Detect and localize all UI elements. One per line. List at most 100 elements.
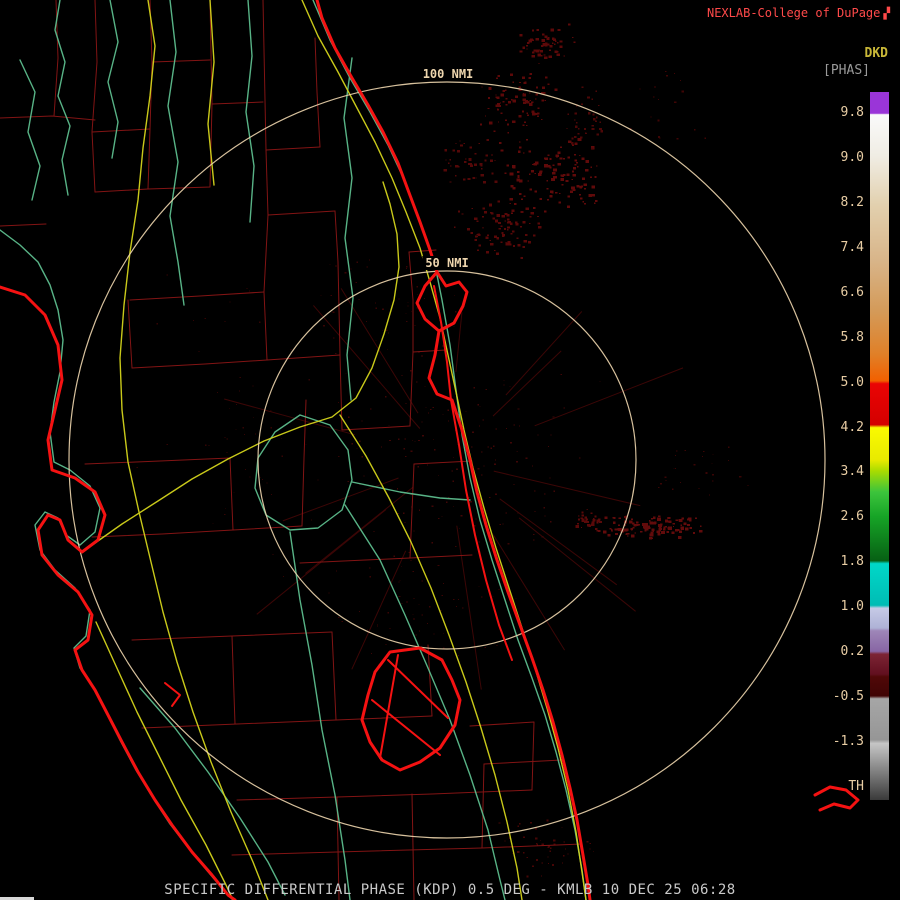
radar-echoes-segment [590, 166, 593, 168]
radar-echoes-segment [491, 154, 493, 156]
radar-echoes-segment [577, 127, 580, 130]
radar-echoes-segment [547, 83, 550, 86]
radar-echoes-segment [406, 320, 408, 323]
radar-echoes-segment [457, 166, 460, 168]
radar-echoes-segment [512, 187, 516, 190]
radar-echoes-segment [530, 212, 534, 215]
radar-echoes-segment [407, 302, 409, 304]
radar-echoes-segment [528, 92, 531, 94]
radar-echoes-segment [397, 438, 400, 440]
radar-echoes-segment [534, 161, 539, 165]
radar-echoes-segment [506, 123, 510, 126]
radar-echoes-segment [382, 329, 384, 331]
radar-echoes-segment [585, 132, 587, 134]
radar-echoes-segment [448, 420, 450, 422]
radar-echoes-segment [535, 837, 538, 840]
highways-segment [301, 0, 587, 900]
radar-echoes-segment [489, 239, 491, 241]
radar-echoes-segment [540, 119, 543, 121]
radar-echoes-segment [506, 164, 509, 167]
radar-echoes-segment [592, 118, 596, 121]
radar-echoes-segment [156, 323, 159, 325]
radar-echoes-segment [483, 181, 487, 184]
radar-echoes-segment [351, 443, 353, 445]
radar-echoes-segment [526, 856, 528, 859]
radar-echoes-segment [401, 603, 403, 604]
radar-echoes-segment [405, 312, 407, 314]
radar-echoes-segment [536, 29, 539, 32]
radar-echoes-segment [411, 440, 413, 442]
county-borders-segment [301, 399, 307, 527]
radar-radial-spokes-segment [224, 398, 356, 436]
radar-echoes-segment [524, 81, 527, 83]
radar-echoes-segment [486, 139, 489, 141]
radar-echoes-segment [675, 450, 678, 452]
radar-echoes-segment [329, 264, 331, 266]
radar-echoes-segment [548, 55, 552, 58]
radar-echoes-segment [410, 450, 413, 453]
county-borders-segment [129, 291, 265, 301]
radar-echoes-segment [574, 142, 578, 145]
radar-echoes-segment [538, 63, 540, 64]
radar-echoes-segment [581, 520, 585, 523]
radar-echoes-segment [370, 408, 372, 410]
warning-polygons-segment [0, 285, 237, 900]
radar-echoes-segment [356, 447, 358, 449]
radar-echoes-segment [431, 505, 434, 507]
color-scale-tick-label: 4.2 [840, 419, 864, 435]
radar-echoes-segment [401, 566, 402, 568]
color-scale-tick-label: 2.6 [840, 509, 864, 525]
radar-echoes-segment [495, 428, 497, 430]
radar-echoes-segment [529, 173, 531, 175]
radar-echoes-segment [519, 425, 521, 427]
radar-echoes-segment [427, 412, 430, 414]
radar-echoes-segment [528, 39, 533, 43]
radar-echoes-segment [501, 232, 504, 234]
radar-echoes-segment [482, 227, 484, 229]
radar-echoes-segment [495, 96, 498, 98]
radar-echoes-segment [421, 614, 424, 616]
radar-echoes-segment [684, 527, 689, 531]
radar-echoes-segment [589, 848, 591, 850]
county-borders-segment [413, 460, 473, 465]
color-scale-tick-label: 9.8 [840, 105, 864, 120]
warning-polygons-segment [379, 654, 399, 759]
county-borders-segment [337, 261, 341, 356]
radar-echoes-segment [494, 459, 496, 461]
radar-echoes-segment [549, 49, 552, 52]
radar-echoes-segment [502, 234, 505, 237]
radar-echoes-segment [442, 345, 444, 347]
county-borders-segment [147, 103, 213, 190]
radar-echoes-segment [614, 528, 618, 531]
radar-echoes-segment [523, 121, 526, 124]
radar-echoes-segment [419, 630, 421, 632]
radar-echoes-segment [575, 162, 578, 164]
radar-echoes-segment [644, 524, 647, 527]
radar-echoes-segment [693, 464, 696, 466]
radar-echoes-segment [531, 169, 535, 173]
radar-echoes-segment [429, 606, 431, 608]
radar-echoes-segment [480, 168, 483, 170]
radar-echoes-segment [618, 529, 621, 532]
radar-echoes-segment [500, 112, 503, 114]
radar-echoes-segment [453, 326, 455, 328]
radar-echoes-segment [224, 507, 226, 509]
radar-echoes-segment [689, 527, 693, 529]
radar-echoes-segment [667, 516, 671, 520]
radar-echoes-segment [560, 146, 562, 148]
radar-echoes-segment [552, 37, 555, 40]
radar-echoes-segment [529, 100, 531, 102]
radar-echoes-segment [511, 230, 515, 233]
radar-echoes-segment [673, 468, 675, 470]
radar-echoes-segment [457, 599, 459, 600]
radar-echoes-segment [581, 514, 584, 517]
radar-echoes-segment [458, 528, 460, 530]
radar-echoes-segment [596, 521, 599, 524]
radar-echoes-segment [262, 479, 264, 480]
radar-echoes-segment [457, 655, 459, 656]
radar-echoes-segment [620, 528, 623, 530]
radar-echoes-segment [479, 425, 481, 427]
radar-echoes-segment [427, 623, 429, 624]
radar-echoes-segment [544, 100, 546, 102]
radar-echoes-segment [564, 848, 567, 850]
